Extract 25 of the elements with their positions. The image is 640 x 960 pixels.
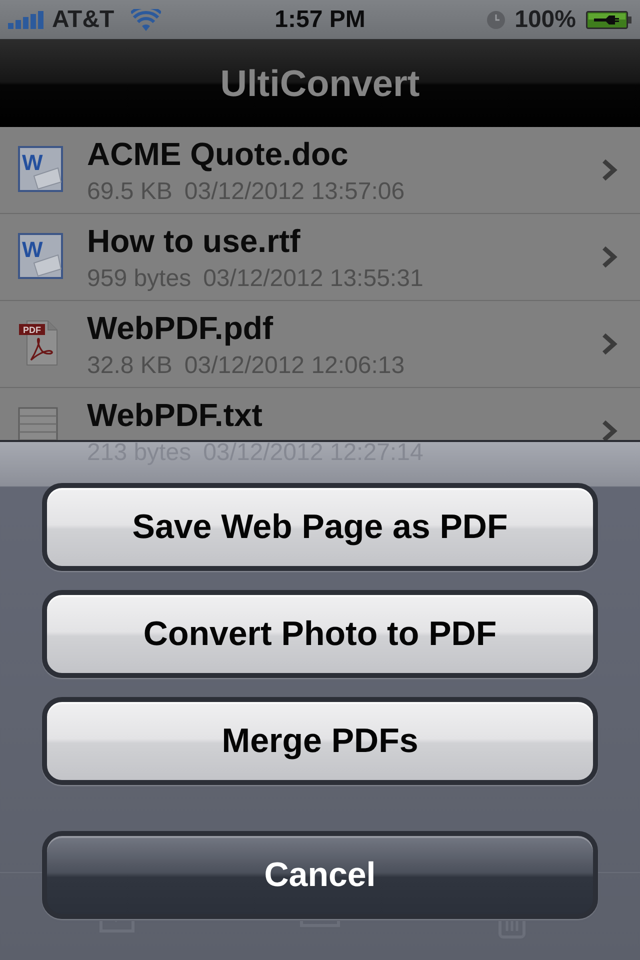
file-name: WebPDF.txt [87, 397, 264, 433]
app-title: UltiConvert [220, 65, 420, 102]
tray-icon[interactable] [300, 921, 340, 927]
chevron-right-icon [600, 332, 618, 356]
battery-charging-icon [586, 10, 632, 28]
file-name: ACME Quote.doc [87, 136, 350, 172]
action-button[interactable]: Save Web Page as PDF [42, 483, 598, 571]
trash-icon[interactable] [498, 921, 526, 939]
word-document-icon: W [18, 146, 63, 192]
chevron-right-icon [600, 245, 618, 269]
carrier-text: AT&T [52, 8, 114, 32]
battery-percent-text: 100% [514, 8, 576, 32]
cancel-button[interactable]: Cancel [42, 831, 598, 919]
file-name: WebPDF.pdf [87, 310, 274, 346]
action-button[interactable]: Convert Photo to PDF [42, 590, 598, 678]
file-name: How to use.rtf [87, 223, 302, 259]
wifi-icon [131, 8, 162, 30]
clock-icon [486, 10, 505, 28]
signal-bars-icon [8, 10, 45, 28]
chevron-right-icon [600, 419, 618, 443]
action-button[interactable]: Merge PDFs [42, 697, 598, 785]
square-frame-icon[interactable] [99, 921, 137, 933]
chevron-right-icon [600, 158, 618, 182]
word-document-icon: W [18, 233, 63, 279]
time-text: 1:57 PM [274, 8, 366, 32]
